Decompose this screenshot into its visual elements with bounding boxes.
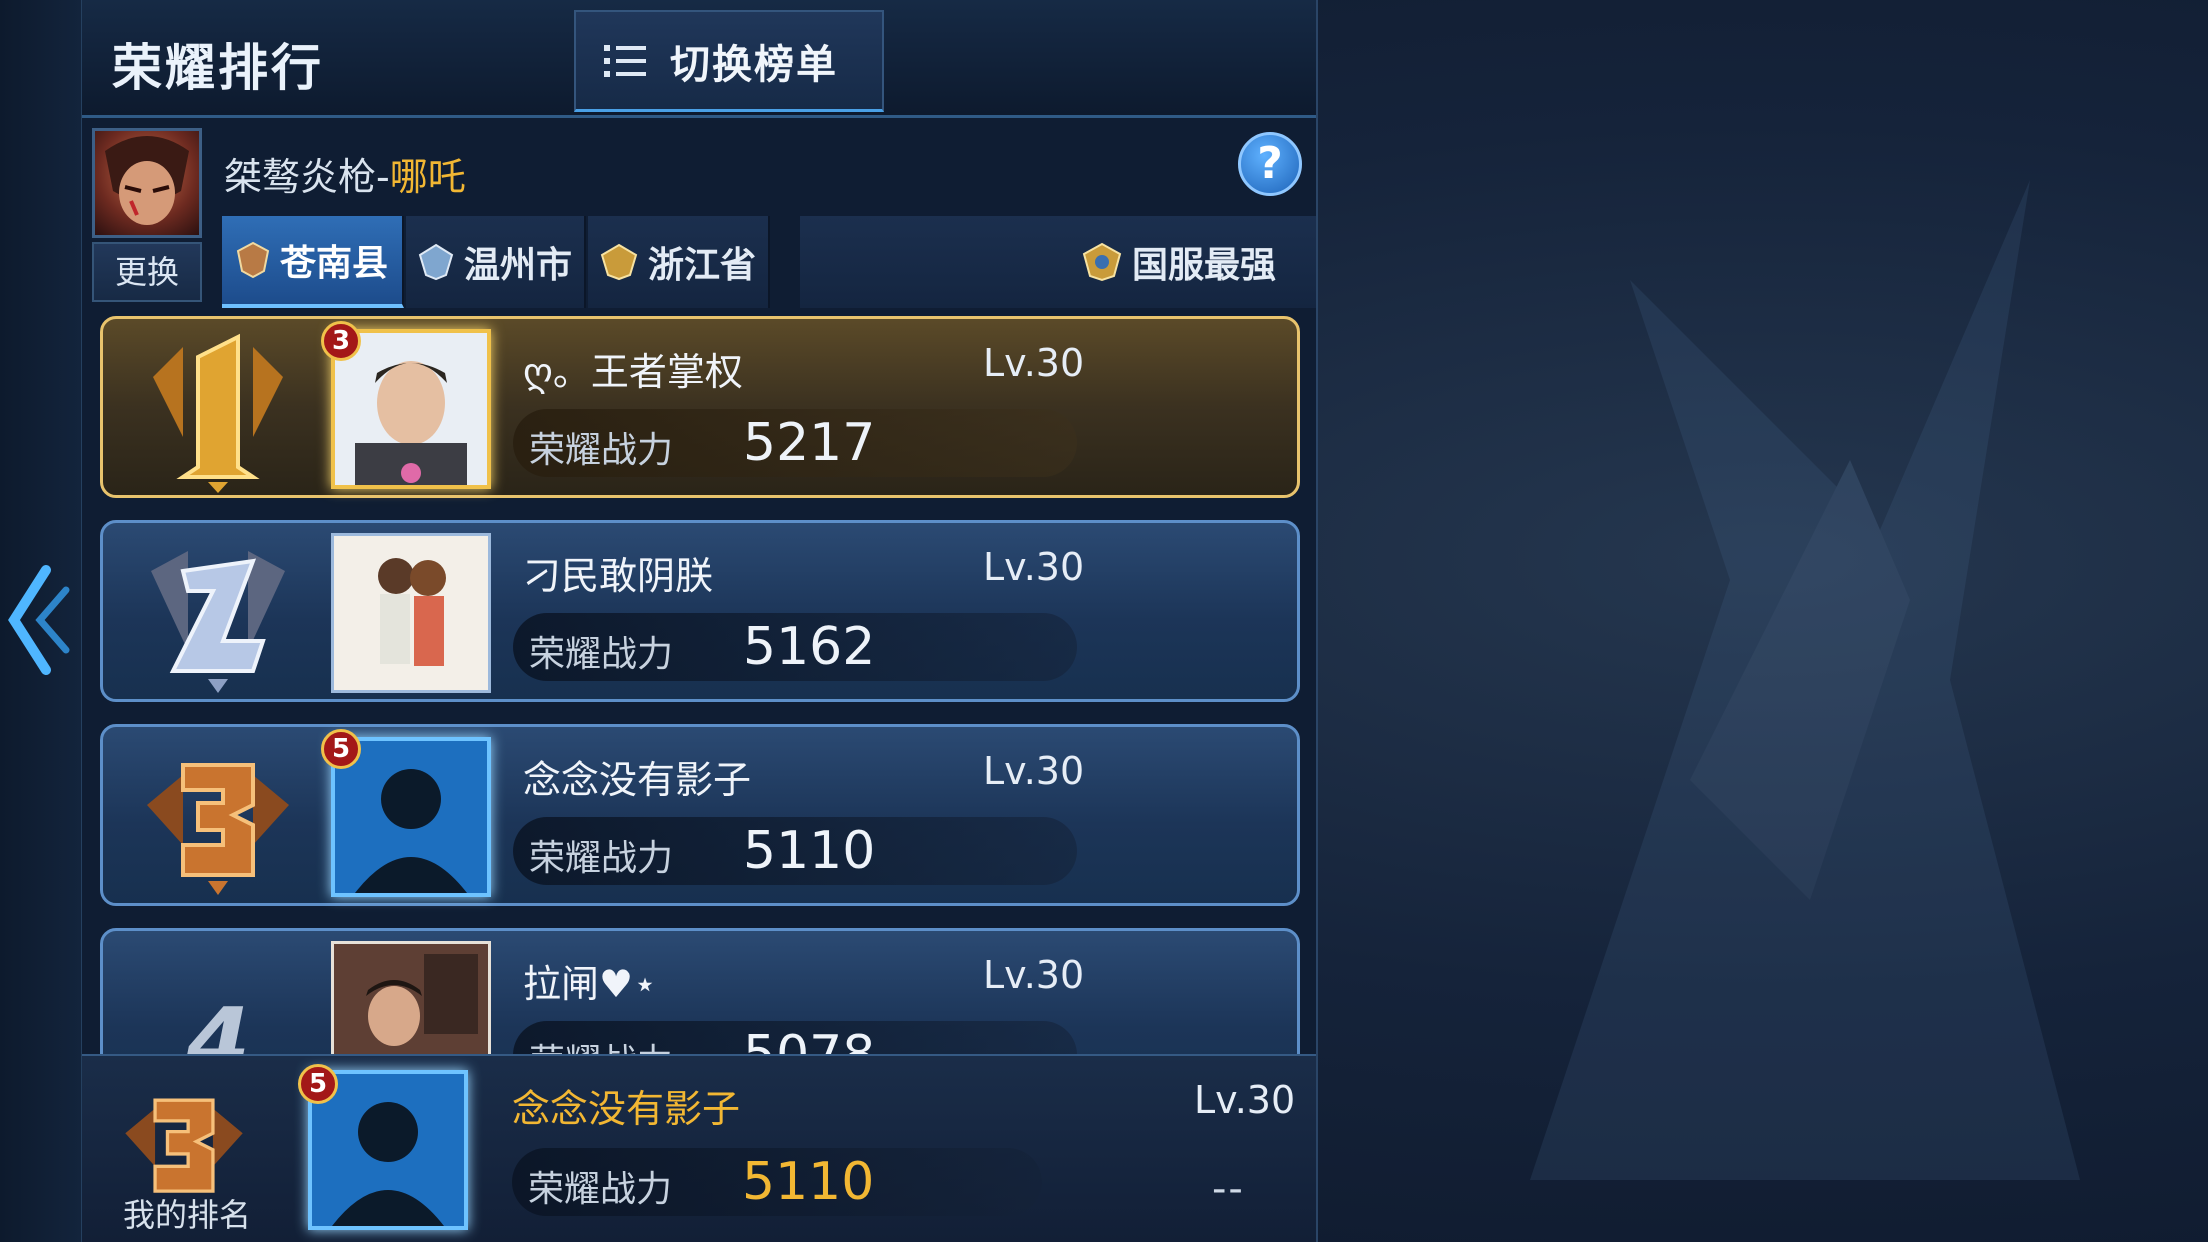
my-level-badge: 5 bbox=[298, 1064, 338, 1104]
power-label: 荣耀战力 bbox=[528, 1169, 673, 1210]
power-label: 荣耀战力 bbox=[529, 838, 674, 879]
my-name: 念念没有影子 bbox=[512, 1087, 741, 1131]
panel-header: 荣耀排行 切换榜单 bbox=[82, 0, 1316, 118]
level-badge: 5 bbox=[321, 729, 361, 769]
default-silhouette-icon bbox=[312, 1074, 464, 1226]
power-value: 5162 bbox=[743, 617, 876, 677]
county-emblem-icon bbox=[236, 241, 270, 279]
player-avatar[interactable] bbox=[331, 533, 491, 693]
tab-county-label: 苍南县 bbox=[279, 243, 388, 284]
power-value: 5110 bbox=[743, 821, 876, 881]
power-label: 荣耀战力 bbox=[529, 634, 674, 675]
left-sidebar bbox=[0, 0, 82, 1242]
ranking-row-3[interactable]: 5 念念没有影子 Lv.30 荣耀战力 5110 bbox=[100, 724, 1300, 906]
rank-change: -- bbox=[1212, 1166, 1245, 1212]
power-label: 荣耀战力 bbox=[529, 1033, 673, 1054]
my-power-value: 5110 bbox=[742, 1152, 875, 1212]
ranking-row-2[interactable]: 刁民敢阴朕 Lv.30 荣耀战力 5162 bbox=[100, 520, 1300, 702]
player-photo-icon bbox=[334, 944, 488, 1054]
national-emblem-icon bbox=[1082, 242, 1122, 282]
power-bar: 荣耀战力 5162 bbox=[513, 613, 1077, 681]
my-power-bar: 荣耀战力 5110 bbox=[512, 1148, 1042, 1216]
hero-name-prefix: 桀骜炎枪- bbox=[224, 155, 390, 199]
help-button[interactable]: ? bbox=[1238, 132, 1302, 196]
tab-city-label: 温州市 bbox=[463, 245, 572, 286]
power-label: 荣耀战力 bbox=[529, 430, 674, 471]
hero-avatar[interactable] bbox=[92, 128, 202, 238]
power-bar: 荣耀战力 5078 bbox=[513, 1021, 1077, 1054]
change-hero-button[interactable]: 更换 bbox=[92, 242, 202, 302]
player-name: 念念没有影子 bbox=[523, 758, 752, 802]
background-emblem-icon bbox=[1530, 180, 2080, 1180]
my-level: Lv.30 bbox=[1194, 1078, 1296, 1122]
player-name: ღ。王者掌权 bbox=[523, 350, 743, 394]
player-name: 拉闸♥⋆ bbox=[523, 962, 657, 1006]
rank-3-badge-icon bbox=[147, 763, 289, 895]
player-photo-icon bbox=[334, 536, 488, 690]
tab-county[interactable]: 苍南县 bbox=[222, 216, 404, 308]
default-silhouette-icon bbox=[335, 741, 487, 893]
tab-province[interactable]: 浙江省 bbox=[588, 216, 770, 308]
my-rank-label: 我的排名 bbox=[122, 1196, 251, 1234]
level-badge: 3 bbox=[321, 321, 361, 361]
power-bar: 荣耀战力 5110 bbox=[513, 817, 1077, 885]
city-emblem-icon bbox=[418, 243, 454, 281]
ranking-row-4[interactable]: 4 拉闸♥⋆ Lv.30 荣耀战力 5078 bbox=[100, 928, 1300, 1054]
my-rank-row[interactable]: 我的排名 5 念念没有影子 Lv.30 荣耀战力 5110 -- bbox=[82, 1054, 1316, 1242]
switch-list-label: 切换榜单 bbox=[670, 41, 838, 88]
switch-list-button[interactable]: 切换榜单 bbox=[574, 10, 884, 112]
player-name: 刁民敢阴朕 bbox=[523, 554, 714, 598]
hero-name-highlight: 哪吒 bbox=[389, 155, 466, 199]
ranking-row-1[interactable]: 3 ღ。王者掌权 Lv.30 荣耀战力 5217 bbox=[100, 316, 1300, 498]
player-level: Lv.30 bbox=[983, 749, 1085, 793]
player-avatar[interactable] bbox=[331, 941, 491, 1054]
ranking-panel: 荣耀排行 切换榜单 桀骜炎枪-哪吒 ? 更换 苍南县 温州市 浙江省 国服最强 … bbox=[82, 0, 1318, 1242]
player-level: Lv.30 bbox=[983, 341, 1085, 385]
ranking-list[interactable]: 3 ღ。王者掌权 Lv.30 荣耀战力 5217 刁民敢阴朕 Lv.30 荣耀战… bbox=[82, 310, 1316, 1054]
player-photo-icon bbox=[335, 333, 487, 485]
page-title: 荣耀排行 bbox=[112, 39, 324, 97]
tab-national-label: 国服最强 bbox=[1131, 245, 1276, 286]
tab-national[interactable]: 国服最强 bbox=[800, 216, 1316, 308]
region-tabs: 苍南县 温州市 浙江省 国服最强 bbox=[222, 216, 1316, 308]
hero-portrait-icon bbox=[105, 136, 189, 225]
hero-row: 桀骜炎枪-哪吒 ? bbox=[82, 120, 1316, 238]
tab-city[interactable]: 温州市 bbox=[406, 216, 586, 308]
player-level: Lv.30 bbox=[983, 953, 1085, 997]
power-bar: 荣耀战力 5217 bbox=[513, 409, 1077, 477]
power-value: 5217 bbox=[743, 413, 876, 473]
hero-name: 桀骜炎枪-哪吒 bbox=[224, 146, 466, 201]
province-emblem-icon bbox=[600, 243, 638, 281]
list-icon bbox=[604, 44, 646, 77]
back-arrow-icon[interactable] bbox=[6, 560, 70, 680]
tab-province-label: 浙江省 bbox=[647, 245, 756, 286]
player-level: Lv.30 bbox=[983, 545, 1085, 589]
power-value: 5078 bbox=[743, 1025, 875, 1054]
rank-4-number: 4 bbox=[185, 988, 250, 1054]
rank-2-badge-icon bbox=[151, 551, 285, 693]
rank-1-badge-icon bbox=[153, 333, 283, 493]
